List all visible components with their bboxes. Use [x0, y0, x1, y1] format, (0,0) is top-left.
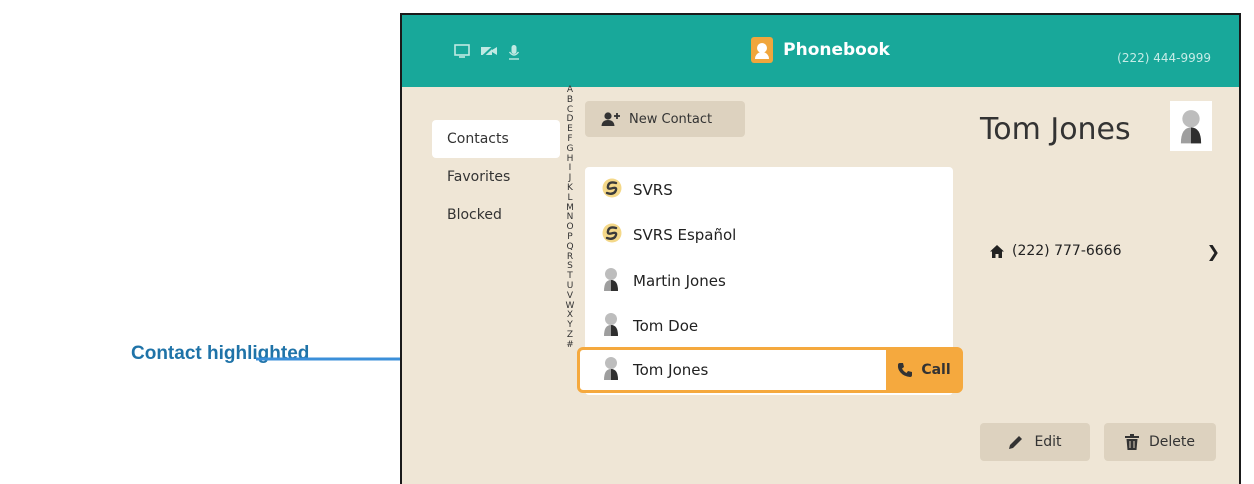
- phonebook-icon: [751, 37, 774, 63]
- edit-button[interactable]: Edit: [980, 423, 1090, 461]
- contact-name: SVRS: [633, 180, 673, 199]
- phone-number: (222) 777-6666: [1012, 243, 1122, 259]
- delete-label: Delete: [1149, 434, 1195, 450]
- contact-name: Tom Jones: [633, 361, 709, 379]
- title-wrap: Phonebook: [402, 37, 1239, 63]
- person-icon: [602, 267, 620, 295]
- pencil-icon: [1009, 436, 1023, 449]
- contact-list: SVRS SVRS Español Martin Jones Tom Doe T…: [577, 167, 963, 395]
- sidebar-nav: Contacts Favorites Blocked: [432, 120, 560, 234]
- my-phone-number: (222) 444-9999: [1117, 51, 1211, 65]
- new-contact-label: New Contact: [629, 111, 713, 127]
- contact-name: Martin Jones: [633, 271, 726, 290]
- app-title: Phonebook: [783, 40, 890, 60]
- call-button[interactable]: Call: [886, 347, 962, 393]
- contact-name: SVRS Español: [633, 225, 737, 244]
- phone-icon: [898, 363, 913, 377]
- chevron-right-icon: ❯: [1206, 241, 1220, 261]
- sidebar-item-favorites[interactable]: Favorites: [432, 158, 560, 196]
- top-bar: Phonebook (222) 444-9999: [402, 15, 1239, 87]
- new-contact-button[interactable]: New Contact: [585, 101, 745, 137]
- contact-avatar: [1170, 101, 1212, 151]
- add-person-icon: [601, 112, 620, 126]
- detail-contact-name: Tom Jones: [980, 112, 1131, 147]
- contact-row-martin-jones[interactable]: Martin Jones: [585, 258, 953, 303]
- contact-row-tom-jones[interactable]: Tom Jones Call: [577, 347, 963, 393]
- call-label: Call: [921, 362, 951, 378]
- screenshot: Contact highlighted Phonebook (222) 444-…: [0, 0, 1254, 484]
- contact-name: Tom Doe: [633, 316, 699, 335]
- alphabet-letter[interactable]: #: [566, 340, 574, 351]
- edit-label: Edit: [1034, 434, 1062, 450]
- svrs-logo-icon: [602, 178, 622, 202]
- home-icon: [990, 244, 1004, 258]
- sidebar-item-contacts[interactable]: Contacts: [432, 120, 560, 158]
- sidebar-item-blocked[interactable]: Blocked: [432, 196, 560, 234]
- phonebook-window: Phonebook (222) 444-9999 Contacts Favori…: [400, 13, 1241, 484]
- contact-row-tom-doe[interactable]: Tom Doe: [585, 303, 953, 348]
- contact-row-svrs[interactable]: SVRS: [585, 167, 953, 212]
- alphabet-index[interactable]: A B C D E F G H I J K L M N O P Q R S T U V W X Y Z #: [563, 85, 577, 351]
- person-icon: [602, 356, 620, 384]
- person-icon: [602, 312, 620, 340]
- person-icon: [1180, 110, 1202, 144]
- svrs-logo-icon: [602, 223, 622, 247]
- contact-row-svrs-espanol[interactable]: SVRS Español: [585, 212, 953, 257]
- trash-icon: [1125, 434, 1139, 450]
- delete-button[interactable]: Delete: [1104, 423, 1216, 461]
- phone-number-row[interactable]: (222) 777-6666 ❯: [990, 241, 1220, 261]
